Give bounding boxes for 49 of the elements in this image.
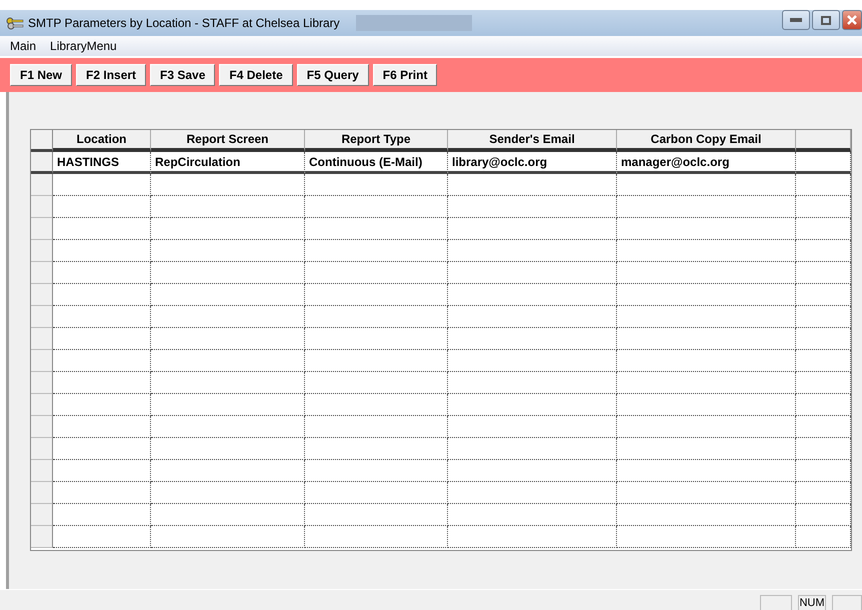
table-cell: Continuous (E-Mail) xyxy=(305,152,448,174)
table-cell xyxy=(796,174,851,196)
table-cell xyxy=(796,306,851,328)
keys-icon xyxy=(6,16,24,30)
toolbar-button[interactable]: F4 Delete xyxy=(219,64,293,86)
column-header[interactable]: Report Type xyxy=(305,130,448,152)
num-lock-indicator: NUM xyxy=(798,595,826,610)
column-header[interactable]: Report Screen xyxy=(151,130,305,152)
table-cell: RepCirculation xyxy=(151,152,305,174)
row-header[interactable] xyxy=(31,152,53,174)
status-panel xyxy=(760,595,792,610)
status-panel xyxy=(832,595,862,610)
toolbar-button[interactable]: F5 Query xyxy=(296,64,369,86)
table-cell xyxy=(796,196,851,218)
minimize-icon xyxy=(790,18,802,22)
table-cell xyxy=(796,504,851,526)
table-cell xyxy=(796,328,851,350)
column-header[interactable]: Sender's Email xyxy=(448,130,617,152)
table-cell xyxy=(796,372,851,394)
table-cell xyxy=(796,438,851,460)
table-cell xyxy=(796,240,851,262)
table-cell xyxy=(796,284,851,306)
maximize-icon xyxy=(821,16,831,24)
column-header[interactable]: Location xyxy=(53,130,151,152)
toolbar-button[interactable]: F1 New xyxy=(10,64,72,86)
table-cell xyxy=(796,262,851,284)
menu-item[interactable]: LibraryMenu xyxy=(50,39,117,53)
minimize-button[interactable] xyxy=(782,10,810,30)
close-icon xyxy=(847,15,857,25)
column-header[interactable]: Carbon Copy Email xyxy=(617,130,796,152)
table-cell: HASTINGS xyxy=(53,152,151,174)
maximize-button[interactable] xyxy=(812,10,840,30)
table-cell xyxy=(796,482,851,504)
table-cell xyxy=(796,350,851,372)
table-cell xyxy=(796,394,851,416)
toolbar-button[interactable]: F3 Save xyxy=(150,64,216,86)
window-title: SMTP Parameters by Location - STAFF at Chelsea Library xyxy=(28,16,340,30)
table-cell: library@oclc.org xyxy=(448,152,617,174)
menu-item[interactable]: Main xyxy=(10,39,36,53)
toolbar-button[interactable]: F2 Insert xyxy=(76,64,146,86)
table-cell: manager@oclc.org xyxy=(617,152,796,174)
table-cell xyxy=(796,416,851,438)
toolbar-button[interactable]: F6 Print xyxy=(372,64,438,86)
table-cell xyxy=(796,152,851,174)
close-button[interactable] xyxy=(842,10,862,30)
table-cell xyxy=(796,460,851,482)
table-cell xyxy=(796,526,851,548)
table-cell xyxy=(796,218,851,240)
column-header xyxy=(796,130,851,152)
